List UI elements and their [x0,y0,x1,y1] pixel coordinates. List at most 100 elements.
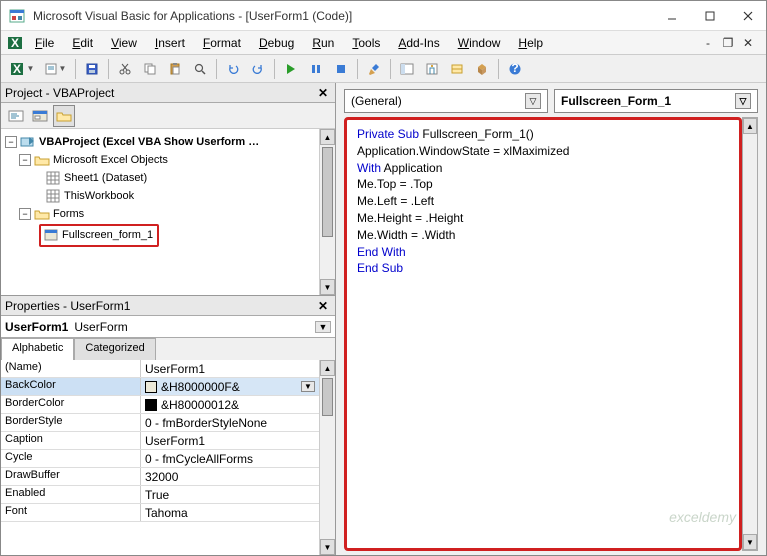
collapse-icon[interactable]: − [19,154,31,166]
redo-button[interactable] [247,58,269,80]
tree-workbook[interactable]: ThisWorkbook [3,187,317,205]
scroll-thumb[interactable] [322,147,333,237]
copy-button[interactable] [139,58,161,80]
prop-value[interactable]: 0 - fmCycleAllForms [141,450,319,467]
prop-row-name[interactable]: (Name)UserForm1 [1,360,319,378]
prop-value[interactable]: UserForm1 [141,432,319,449]
tree-form1[interactable]: Fullscreen_form_1 [43,226,153,244]
code-line[interactable]: Me.Height = .Height [357,210,729,227]
menu-help[interactable]: Help [510,34,551,52]
tree-root[interactable]: − VBAProject (Excel VBA Show Userform … [3,133,317,151]
help-button[interactable]: ? [504,58,526,80]
find-button[interactable] [189,58,211,80]
scroll-up-button[interactable]: ▲ [320,360,335,376]
menu-insert[interactable]: Insert [147,34,193,52]
scroll-up-button[interactable]: ▲ [743,118,757,134]
minimize-button[interactable] [662,6,682,26]
menu-window[interactable]: Window [450,34,509,52]
prop-row-caption[interactable]: CaptionUserForm1 [1,432,319,450]
mdi-restore-button[interactable]: ❐ [720,36,736,50]
code-line[interactable]: End With [357,244,729,261]
mdi-minimize-button[interactable]: - [700,36,716,50]
prop-row-backcolor[interactable]: BackColor&H8000000F&▼ [1,378,319,396]
prop-row-font[interactable]: FontTahoma [1,504,319,522]
menu-tools[interactable]: Tools [344,34,388,52]
chevron-down-icon[interactable]: ▼ [315,321,331,333]
scroll-up-button[interactable]: ▲ [320,129,335,145]
project-panel-close[interactable]: ✕ [315,85,331,101]
project-explorer-button[interactable] [396,58,418,80]
excel-icon: X [7,35,25,51]
design-mode-button[interactable] [363,58,385,80]
maximize-button[interactable] [700,6,720,26]
collapse-icon[interactable]: − [5,136,17,148]
undo-button[interactable] [222,58,244,80]
procedure-combo[interactable]: Fullscreen_Form_1 ▽ [554,89,758,113]
properties-scrollbar[interactable]: ▲ ▼ [319,360,335,555]
tree-folder-forms[interactable]: − Forms [3,205,317,223]
scroll-down-button[interactable]: ▼ [320,539,335,555]
code-line[interactable]: Me.Top = .Top [357,176,729,193]
menu-debug[interactable]: Debug [251,34,302,52]
insert-module-button[interactable]: ▼ [40,58,70,80]
code-line[interactable]: Application.WindowState = xlMaximized [357,143,729,160]
code-scrollbar[interactable]: ▲ ▼ [742,117,758,551]
break-button[interactable] [305,58,327,80]
prop-value[interactable]: True [141,486,319,503]
menu-edit[interactable]: Edit [64,34,101,52]
view-object-button[interactable] [29,105,51,127]
run-button[interactable] [280,58,302,80]
view-code-button[interactable] [5,105,27,127]
reset-button[interactable] [330,58,352,80]
object-browser-button[interactable] [446,58,468,80]
mdi-close-button[interactable]: ✕ [740,36,756,50]
tree-folder-excel[interactable]: − Microsoft Excel Objects [3,151,317,169]
save-button[interactable] [81,58,103,80]
tree-sheet1[interactable]: Sheet1 (Dataset) [3,169,317,187]
toggle-folders-button[interactable] [53,105,75,127]
prop-value[interactable]: Tahoma [141,504,319,521]
code-editor[interactable]: Private Sub Fullscreen_Form_1()Applicati… [344,117,742,551]
collapse-icon[interactable]: − [19,208,31,220]
code-line[interactable]: End Sub [357,260,729,277]
tab-categorized[interactable]: Categorized [74,338,155,360]
code-line[interactable]: Private Sub Fullscreen_Form_1() [357,126,729,143]
prop-value[interactable]: &H80000012& [141,396,319,413]
close-button[interactable] [738,6,758,26]
tab-alphabetic[interactable]: Alphabetic [1,338,74,360]
view-excel-button[interactable]: X▼ [7,58,37,80]
properties-grid[interactable]: (Name)UserForm1BackColor&H8000000F&▼Bord… [1,360,319,555]
scroll-down-button[interactable]: ▼ [743,534,757,550]
menu-add-ins[interactable]: Add-Ins [390,34,447,52]
prop-row-drawbuffer[interactable]: DrawBuffer32000 [1,468,319,486]
menu-file[interactable]: File [27,34,62,52]
prop-row-bordercolor[interactable]: BorderColor&H80000012& [1,396,319,414]
prop-value[interactable]: UserForm1 [141,360,319,377]
paste-button[interactable] [164,58,186,80]
chevron-down-icon[interactable]: ▽ [525,93,541,109]
properties-panel-close[interactable]: ✕ [315,298,331,314]
prop-row-enabled[interactable]: EnabledTrue [1,486,319,504]
properties-object-selector[interactable]: UserForm1 UserForm ▼ [1,316,335,338]
prop-row-cycle[interactable]: Cycle0 - fmCycleAllForms [1,450,319,468]
scroll-thumb[interactable] [322,378,333,416]
chevron-down-icon[interactable]: ▽ [735,93,751,109]
object-combo[interactable]: (General) ▽ [344,89,548,113]
prop-row-borderstyle[interactable]: BorderStyle0 - fmBorderStyleNone [1,414,319,432]
prop-value[interactable]: 32000 [141,468,319,485]
cut-button[interactable] [114,58,136,80]
project-tree[interactable]: − VBAProject (Excel VBA Show Userform … … [1,129,319,295]
code-line[interactable]: Me.Width = .Width [357,227,729,244]
properties-window-button[interactable] [421,58,443,80]
scroll-down-button[interactable]: ▼ [320,279,335,295]
menu-view[interactable]: View [103,34,145,52]
prop-value[interactable]: 0 - fmBorderStyleNone [141,414,319,431]
code-line[interactable]: Me.Left = .Left [357,193,729,210]
toolbox-button[interactable] [471,58,493,80]
prop-value[interactable]: &H8000000F&▼ [141,378,319,395]
menu-format[interactable]: Format [195,34,249,52]
menu-run[interactable]: Run [304,34,342,52]
project-scrollbar[interactable]: ▲ ▼ [319,129,335,295]
code-line[interactable]: With Application [357,160,729,177]
chevron-down-icon[interactable]: ▼ [301,381,315,392]
